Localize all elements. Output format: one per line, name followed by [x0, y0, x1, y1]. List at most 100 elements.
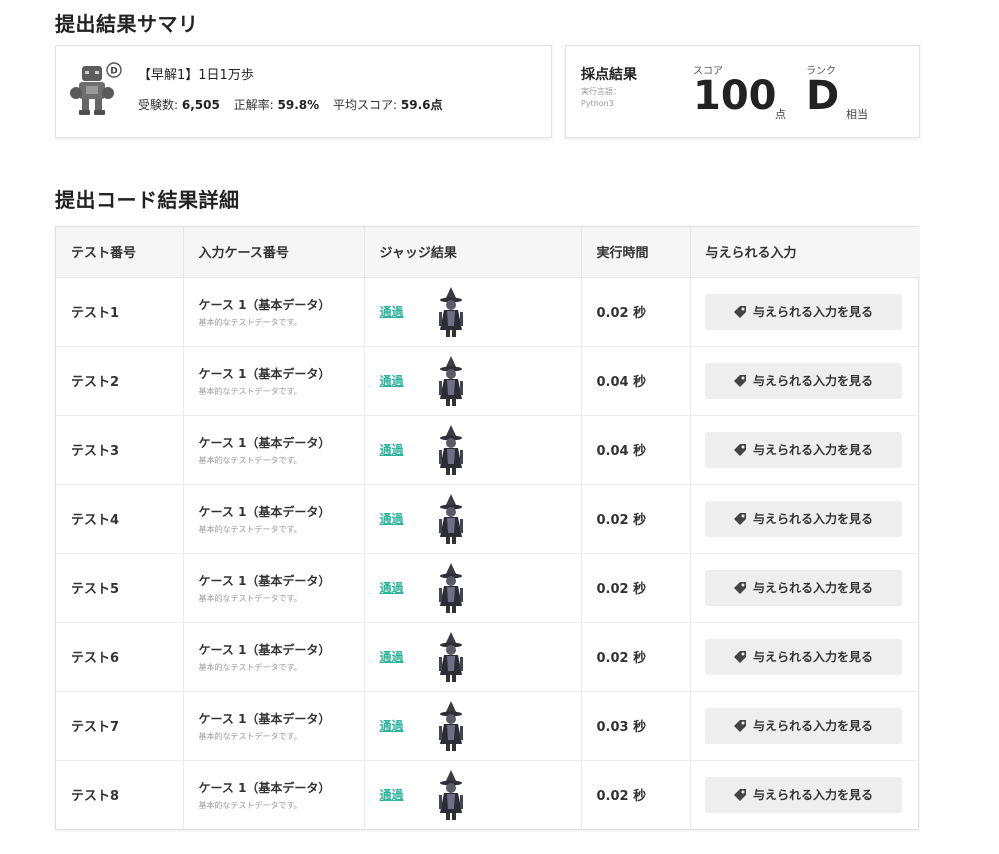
view-input-label: 与えられる入力を見る — [752, 581, 873, 595]
view-input-button[interactable]: 与えられる入力を見る — [704, 707, 902, 744]
judge-result-link[interactable]: 通過 — [380, 372, 436, 389]
judge-result-link[interactable]: 通過 — [380, 648, 436, 665]
test-number: テスト6 — [71, 651, 120, 666]
view-input-label: 与えられる入力を見る — [752, 374, 873, 388]
case-description: 基本的なテストデータです。 — [198, 455, 302, 465]
view-input-button[interactable]: 与えられる入力を見る — [704, 431, 902, 468]
tag-icon — [733, 788, 746, 801]
case-description: 基本的なテストデータです。 — [198, 662, 302, 672]
case-name: ケース 1（基本データ） — [198, 435, 331, 450]
case-description: 基本的なテストデータです。 — [198, 386, 302, 396]
case-description: 基本的なテストデータです。 — [198, 317, 302, 327]
results-table-container: テスト番号 入力ケース番号 ジャッジ結果 実行時間 与えられる入力 テスト1 ケ… — [55, 226, 920, 830]
view-input-button[interactable]: 与えられる入力を見る — [704, 362, 902, 399]
table-row: テスト3 ケース 1（基本データ） 基本的なテストデータです。 通過 0.04 … — [56, 415, 920, 485]
details-heading: 提出コード結果詳細 — [55, 188, 240, 212]
witch-character-icon — [438, 631, 463, 682]
summary-heading: 提出結果サマリ — [55, 12, 199, 36]
rank-suffix: 相当 — [846, 108, 868, 121]
view-input-label: 与えられる入力を見る — [752, 512, 873, 526]
tag-icon — [733, 374, 746, 387]
language-label: 実行言語： — [581, 87, 621, 96]
view-input-label: 与えられる入力を見る — [752, 719, 873, 733]
tag-icon — [733, 305, 746, 318]
language-value: Python3 — [581, 98, 614, 108]
stat-value: 59.8% — [277, 98, 320, 112]
rank-value: D — [806, 73, 840, 119]
test-number: テスト7 — [71, 720, 120, 735]
table-row: テスト8 ケース 1（基本データ） 基本的なテストデータです。 通過 0.02 … — [56, 760, 920, 829]
case-name: ケース 1（基本データ） — [198, 711, 331, 726]
test-number: テスト1 — [71, 306, 120, 321]
case-description: 基本的なテストデータです。 — [198, 524, 302, 534]
difficulty-badge: D — [110, 67, 117, 77]
witch-character-icon — [438, 424, 463, 475]
view-input-button[interactable]: 与えられる入力を見る — [704, 500, 902, 537]
judge-result-link[interactable]: 通過 — [380, 786, 436, 803]
judge-result-link[interactable]: 通過 — [380, 579, 436, 596]
test-number: テスト5 — [71, 582, 120, 597]
judge-result-link[interactable]: 通過 — [380, 717, 436, 734]
witch-character-icon — [438, 493, 463, 544]
test-number: テスト3 — [71, 444, 120, 459]
witch-character-icon — [438, 769, 463, 820]
tag-icon — [733, 719, 746, 732]
view-input-label: 与えられる入力を見る — [752, 650, 873, 664]
test-number: テスト2 — [71, 375, 120, 390]
execution-time: 0.02 秒 — [596, 582, 647, 597]
case-description: 基本的なテストデータです。 — [198, 731, 302, 741]
view-input-button[interactable]: 与えられる入力を見る — [704, 293, 902, 330]
execution-time: 0.04 秒 — [596, 375, 647, 390]
column-header: 与えられる入力 — [690, 227, 920, 278]
tag-icon — [733, 512, 746, 525]
case-description: 基本的なテストデータです。 — [198, 800, 302, 810]
table-row: テスト4 ケース 1（基本データ） 基本的なテストデータです。 通過 0.02 … — [56, 484, 920, 554]
problem-card: D 【早解1】1日1万歩 受験数: 6,505 正解率: 59.8% 平均スコア… — [55, 45, 552, 138]
stat-label: 受験数: — [138, 98, 179, 112]
tag-icon — [733, 581, 746, 594]
view-input-label: 与えられる入力を見る — [752, 443, 873, 457]
execution-time: 0.04 秒 — [596, 444, 647, 459]
table-header-row: テスト番号 入力ケース番号 ジャッジ結果 実行時間 与えられる入力 — [56, 227, 920, 278]
stat-value: 6,505 — [181, 98, 220, 112]
column-header: ジャッジ結果 — [364, 227, 582, 278]
judge-result-link[interactable]: 通過 — [380, 510, 436, 527]
view-input-label: 与えられる入力を見る — [752, 788, 873, 803]
column-header: 実行時間 — [581, 227, 691, 278]
table-row: テスト6 ケース 1（基本データ） 基本的なテストデータです。 通過 0.02 … — [56, 622, 920, 692]
case-name: ケース 1（基本データ） — [198, 366, 331, 381]
witch-character-icon — [438, 286, 463, 337]
robot-icon: D — [70, 62, 122, 115]
execution-time: 0.03 秒 — [596, 720, 647, 735]
judge-result-link[interactable]: 通過 — [380, 303, 436, 320]
table-row: テスト1 ケース 1（基本データ） 基本的なテストデータです。 通過 0.02 … — [56, 277, 920, 347]
language-info: 実行言語： Python3 — [581, 86, 621, 109]
execution-time: 0.02 秒 — [596, 513, 647, 528]
score-unit: 点 — [775, 108, 786, 121]
case-description: 基本的なテストデータです。 — [198, 593, 302, 603]
column-header: テスト番号 — [56, 227, 184, 278]
tag-icon — [733, 650, 746, 663]
view-input-label: 与えられる入力を見る — [752, 305, 873, 319]
table-row: テスト5 ケース 1（基本データ） 基本的なテストデータです。 通過 0.02 … — [56, 553, 920, 623]
case-name: ケース 1（基本データ） — [198, 780, 331, 795]
stat-label: 平均スコア: — [333, 98, 398, 112]
witch-character-icon — [438, 355, 463, 406]
witch-character-icon — [438, 562, 463, 613]
judge-result-link[interactable]: 通過 — [380, 441, 436, 458]
execution-time: 0.02 秒 — [596, 306, 647, 321]
case-name: ケース 1（基本データ） — [198, 504, 331, 519]
table-row: テスト7 ケース 1（基本データ） 基本的なテストデータです。 通過 0.03 … — [56, 691, 920, 761]
stat-label: 正解率: — [233, 98, 274, 112]
score-heading: 採点結果 — [581, 67, 637, 83]
column-header: 入力ケース番号 — [183, 227, 365, 278]
case-name: ケース 1（基本データ） — [198, 573, 331, 588]
view-input-button[interactable]: 与えられる入力を見る — [704, 776, 902, 813]
view-input-button[interactable]: 与えられる入力を見る — [704, 569, 902, 606]
case-name: ケース 1（基本データ） — [198, 642, 331, 657]
problem-title: 【早解1】1日1万歩 — [138, 68, 254, 83]
view-input-button[interactable]: 与えられる入力を見る — [704, 638, 902, 675]
witch-character-icon — [438, 700, 463, 751]
stat-value: 59.6点 — [400, 98, 443, 112]
test-number: テスト8 — [71, 789, 120, 805]
